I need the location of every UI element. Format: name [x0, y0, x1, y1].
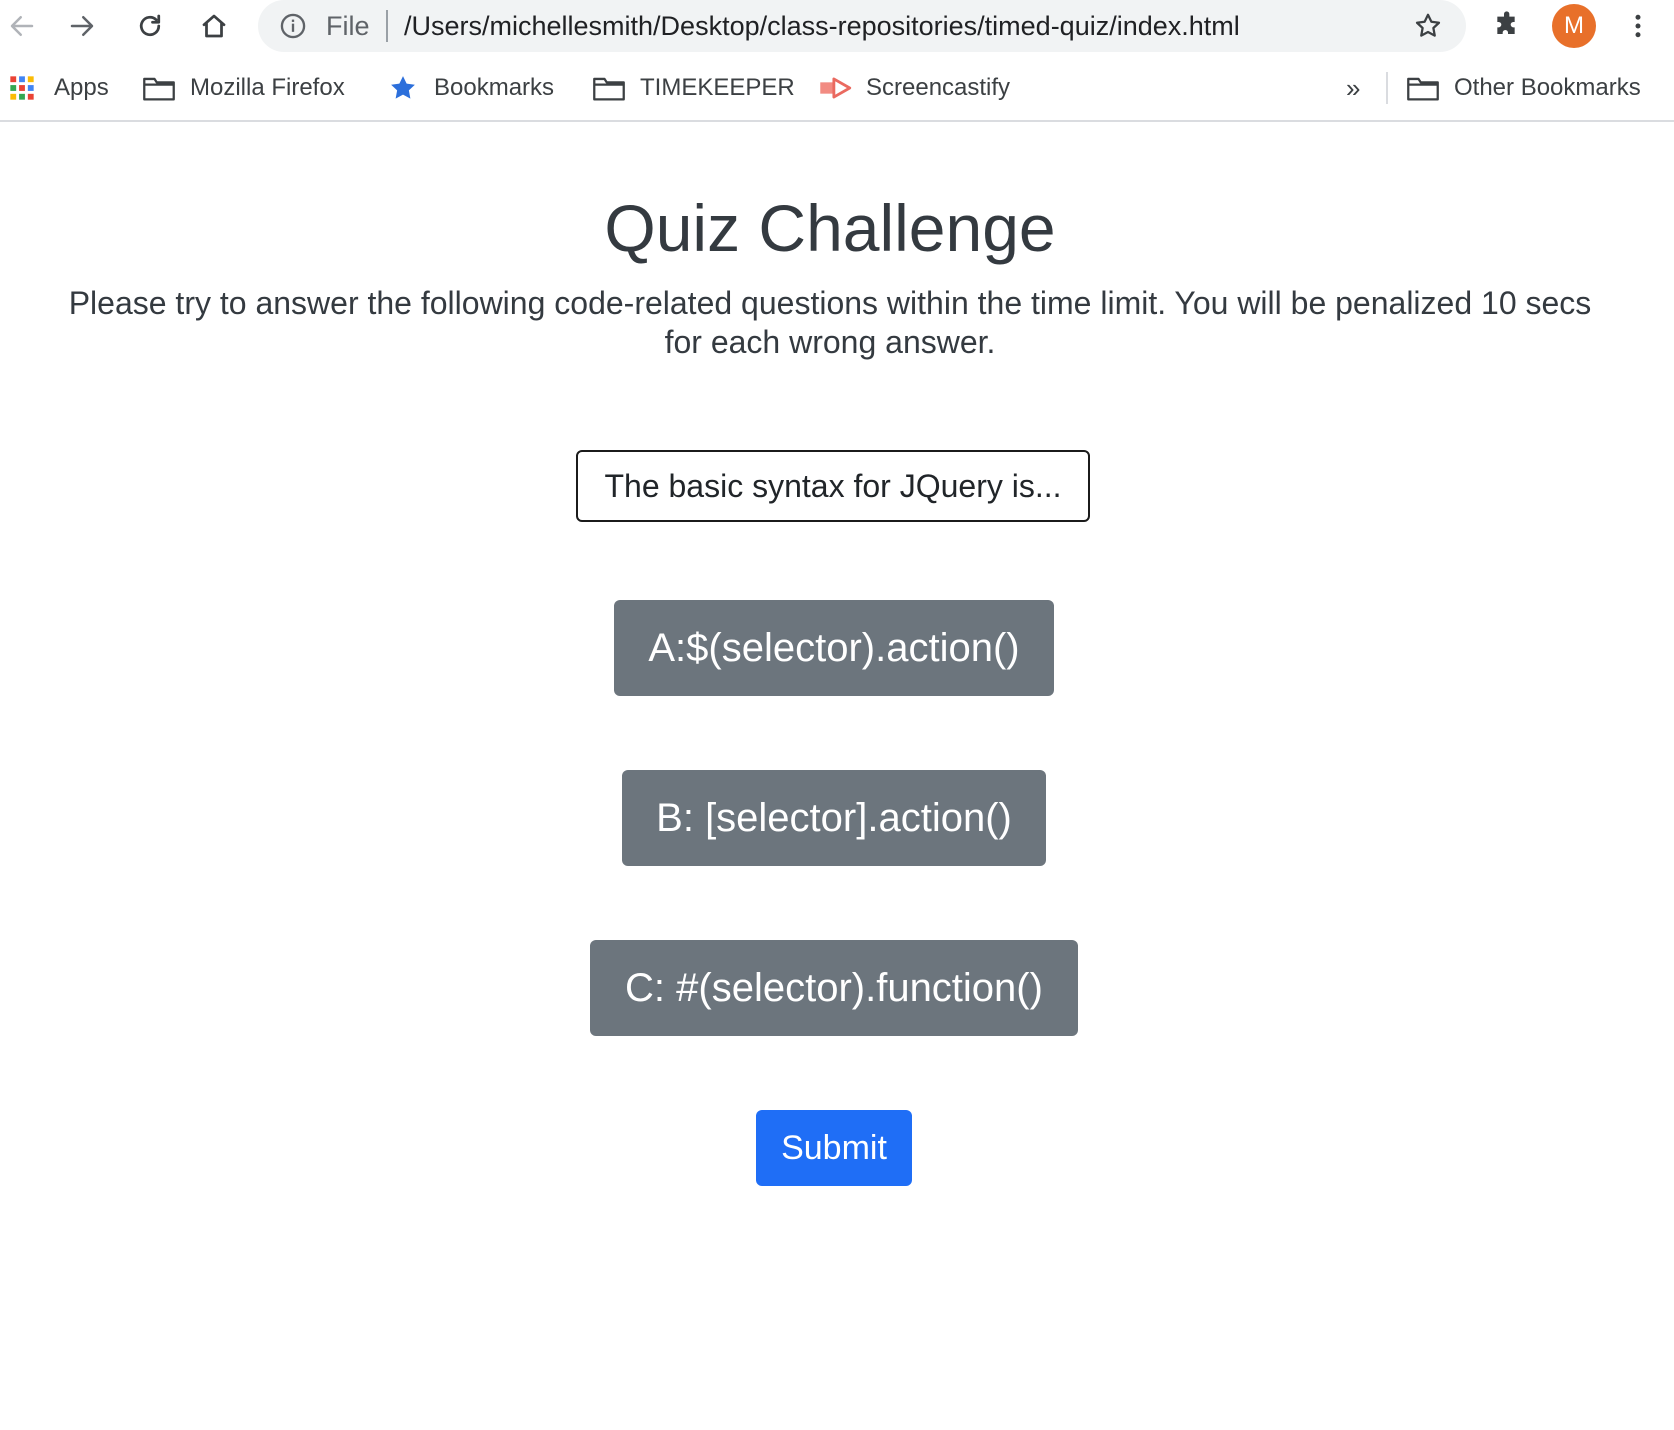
page-title: Quiz Challenge	[604, 191, 1056, 265]
forward-button[interactable]	[62, 6, 102, 46]
bookmarks-divider	[1386, 72, 1388, 104]
bookmark-other-bookmarks[interactable]: Other Bookmarks	[1406, 70, 1641, 106]
bookmark-apps[interactable]: Apps	[8, 70, 109, 106]
apps-grid-icon	[8, 74, 36, 102]
back-arrow-icon	[10, 16, 34, 36]
bookmark-label: Apps	[54, 74, 109, 101]
star-icon	[388, 74, 418, 102]
folder-icon	[142, 74, 176, 102]
bookmark-timekeeper[interactable]: TIMEKEEPER	[592, 70, 795, 106]
forward-arrow-icon	[70, 16, 94, 36]
extensions-puzzle-icon[interactable]	[1490, 8, 1526, 44]
bookmark-star-icon[interactable]	[1412, 10, 1444, 42]
question-text: The basic syntax for JQuery is...	[576, 450, 1090, 522]
quiz-instructions: Please try to answer the following code-…	[68, 285, 1592, 360]
answer-button-b[interactable]: B: [selector].action()	[622, 770, 1046, 866]
url-scheme: File	[326, 11, 370, 41]
bookmark-mozilla-firefox[interactable]: Mozilla Firefox	[142, 70, 345, 106]
home-button[interactable]	[194, 6, 234, 46]
bookmarks-bar: Apps Mozilla Firefox Bookmarks TIMEKEEPE…	[0, 62, 1674, 122]
url-text[interactable]: /Users/michellesmith/Desktop/class-repos…	[404, 10, 1240, 42]
bookmark-screencastify[interactable]: Screencastify	[818, 70, 1010, 106]
info-icon[interactable]	[278, 11, 308, 41]
screencastify-icon	[818, 74, 852, 102]
answer-button-c[interactable]: C: #(selector).function()	[590, 940, 1078, 1036]
bookmark-label: Other Bookmarks	[1454, 74, 1641, 101]
bookmark-label: Mozilla Firefox	[190, 74, 345, 101]
profile-avatar[interactable]: M	[1552, 4, 1596, 48]
folder-icon	[592, 74, 626, 102]
bookmarks-overflow-chevron[interactable]: »	[1346, 70, 1360, 106]
back-button[interactable]	[2, 6, 42, 46]
reload-button[interactable]	[130, 6, 170, 46]
bookmark-bookmarks[interactable]: Bookmarks	[388, 70, 554, 106]
answer-button-a[interactable]: A:$(selector).action()	[614, 600, 1054, 696]
browser-toolbar: File /Users/michellesmith/Desktop/class-…	[0, 0, 1674, 52]
more-menu-icon[interactable]	[1620, 8, 1656, 44]
home-icon	[202, 14, 226, 38]
reload-icon	[139, 14, 161, 37]
folder-icon	[1406, 74, 1440, 102]
address-bar[interactable]: File /Users/michellesmith/Desktop/class-…	[258, 0, 1466, 52]
bookmark-label: Screencastify	[866, 74, 1011, 101]
bookmark-label: Bookmarks	[434, 74, 555, 101]
bookmark-label: TIMEKEEPER	[640, 74, 795, 101]
submit-button[interactable]: Submit	[756, 1110, 912, 1186]
url-divider	[386, 10, 388, 42]
